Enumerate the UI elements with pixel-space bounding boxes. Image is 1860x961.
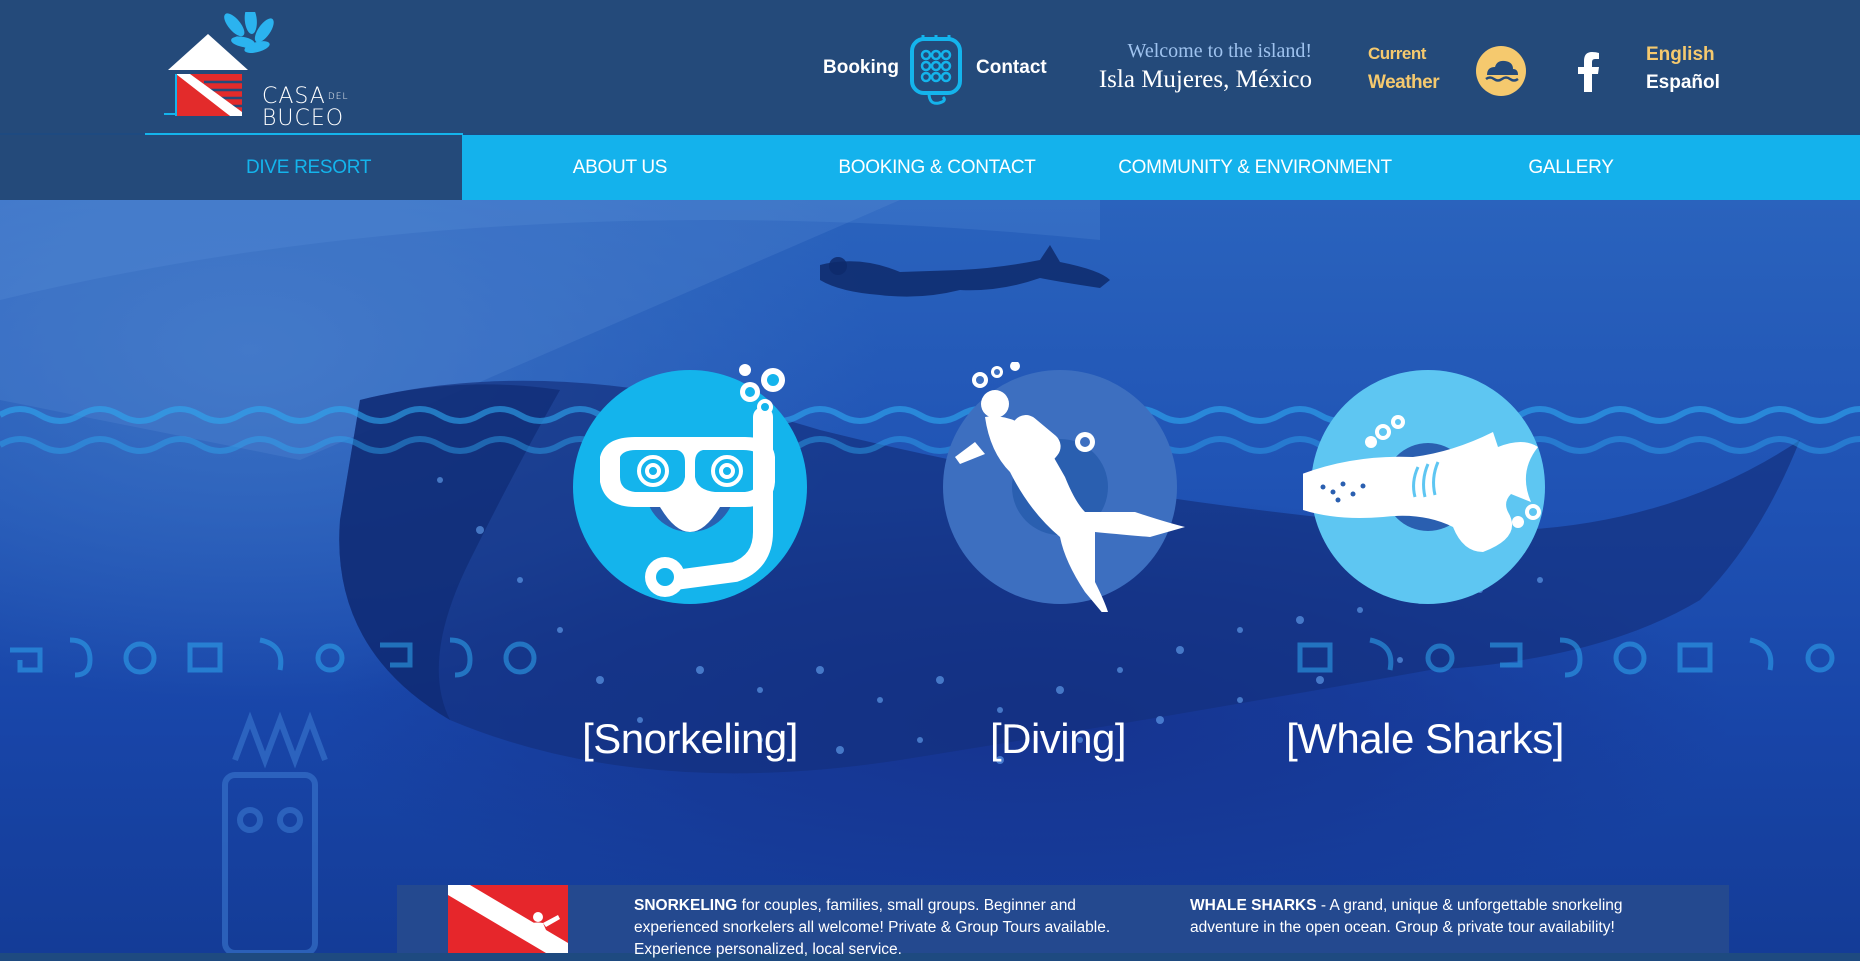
logo-small-word: DEL [327, 92, 349, 102]
weather-label-current[interactable]: Current [1368, 44, 1426, 64]
logo-wordmark[interactable]: CASA DEL BUCEO [262, 86, 348, 130]
language-english[interactable]: English [1646, 44, 1715, 66]
weather-cloud-icon[interactable] [1476, 46, 1526, 96]
main-navigation: DIVE RESORT ABOUT US BOOKING & CONTACT C… [0, 135, 1860, 200]
logo-line-2: BUCEO [262, 106, 345, 131]
welcome-place: Isla Mujeres, México [1098, 66, 1312, 93]
whale-shark-icon[interactable] [1303, 362, 1553, 612]
nav-about-us[interactable]: ABOUT US [520, 135, 720, 200]
dive-flag-icon [448, 885, 568, 953]
whale-sharks-label[interactable]: [Whale Sharks] [1265, 715, 1585, 763]
diving-icon[interactable] [935, 362, 1185, 612]
language-spanish[interactable]: Español [1646, 72, 1720, 94]
whale-sharks-description: WHALE SHARKS - A grand, unique & unforge… [1190, 895, 1630, 939]
hero-background-art [0, 200, 1860, 953]
diving-label[interactable]: [Diving] [898, 715, 1218, 763]
booking-link[interactable]: Booking [823, 57, 899, 79]
welcome-greeting: Welcome to the island! [1127, 40, 1312, 62]
nav-community-environment[interactable]: COMMUNITY & ENVIRONMENT [1110, 135, 1400, 200]
dive-computer-icon[interactable] [909, 35, 963, 107]
nav-gallery[interactable]: GALLERY [1480, 135, 1662, 200]
site-header: CASA DEL BUCEO Booking Contact Welcome to… [0, 0, 1860, 133]
snorkeling-description: SNORKELING for couples, families, small … [634, 895, 1164, 961]
snorkeling-label[interactable]: [Snorkeling] [530, 715, 850, 763]
hero-banner: [Snorkeling] [Diving] [Whale Sharks] [0, 200, 1860, 953]
whale-sharks-description-title: WHALE SHARKS [1190, 897, 1317, 914]
snorkeling-icon[interactable] [565, 362, 815, 612]
facebook-icon[interactable] [1575, 52, 1601, 92]
contact-link[interactable]: Contact [976, 57, 1047, 79]
nav-booking-contact[interactable]: BOOKING & CONTACT [818, 135, 1056, 200]
weather-label-weather[interactable]: Weather [1368, 72, 1440, 94]
nav-dive-resort-label: DIVE RESORT [246, 157, 372, 178]
nav-dive-resort[interactable]: DIVE RESORT [0, 135, 462, 200]
snorkeling-description-title: SNORKELING [634, 897, 738, 914]
